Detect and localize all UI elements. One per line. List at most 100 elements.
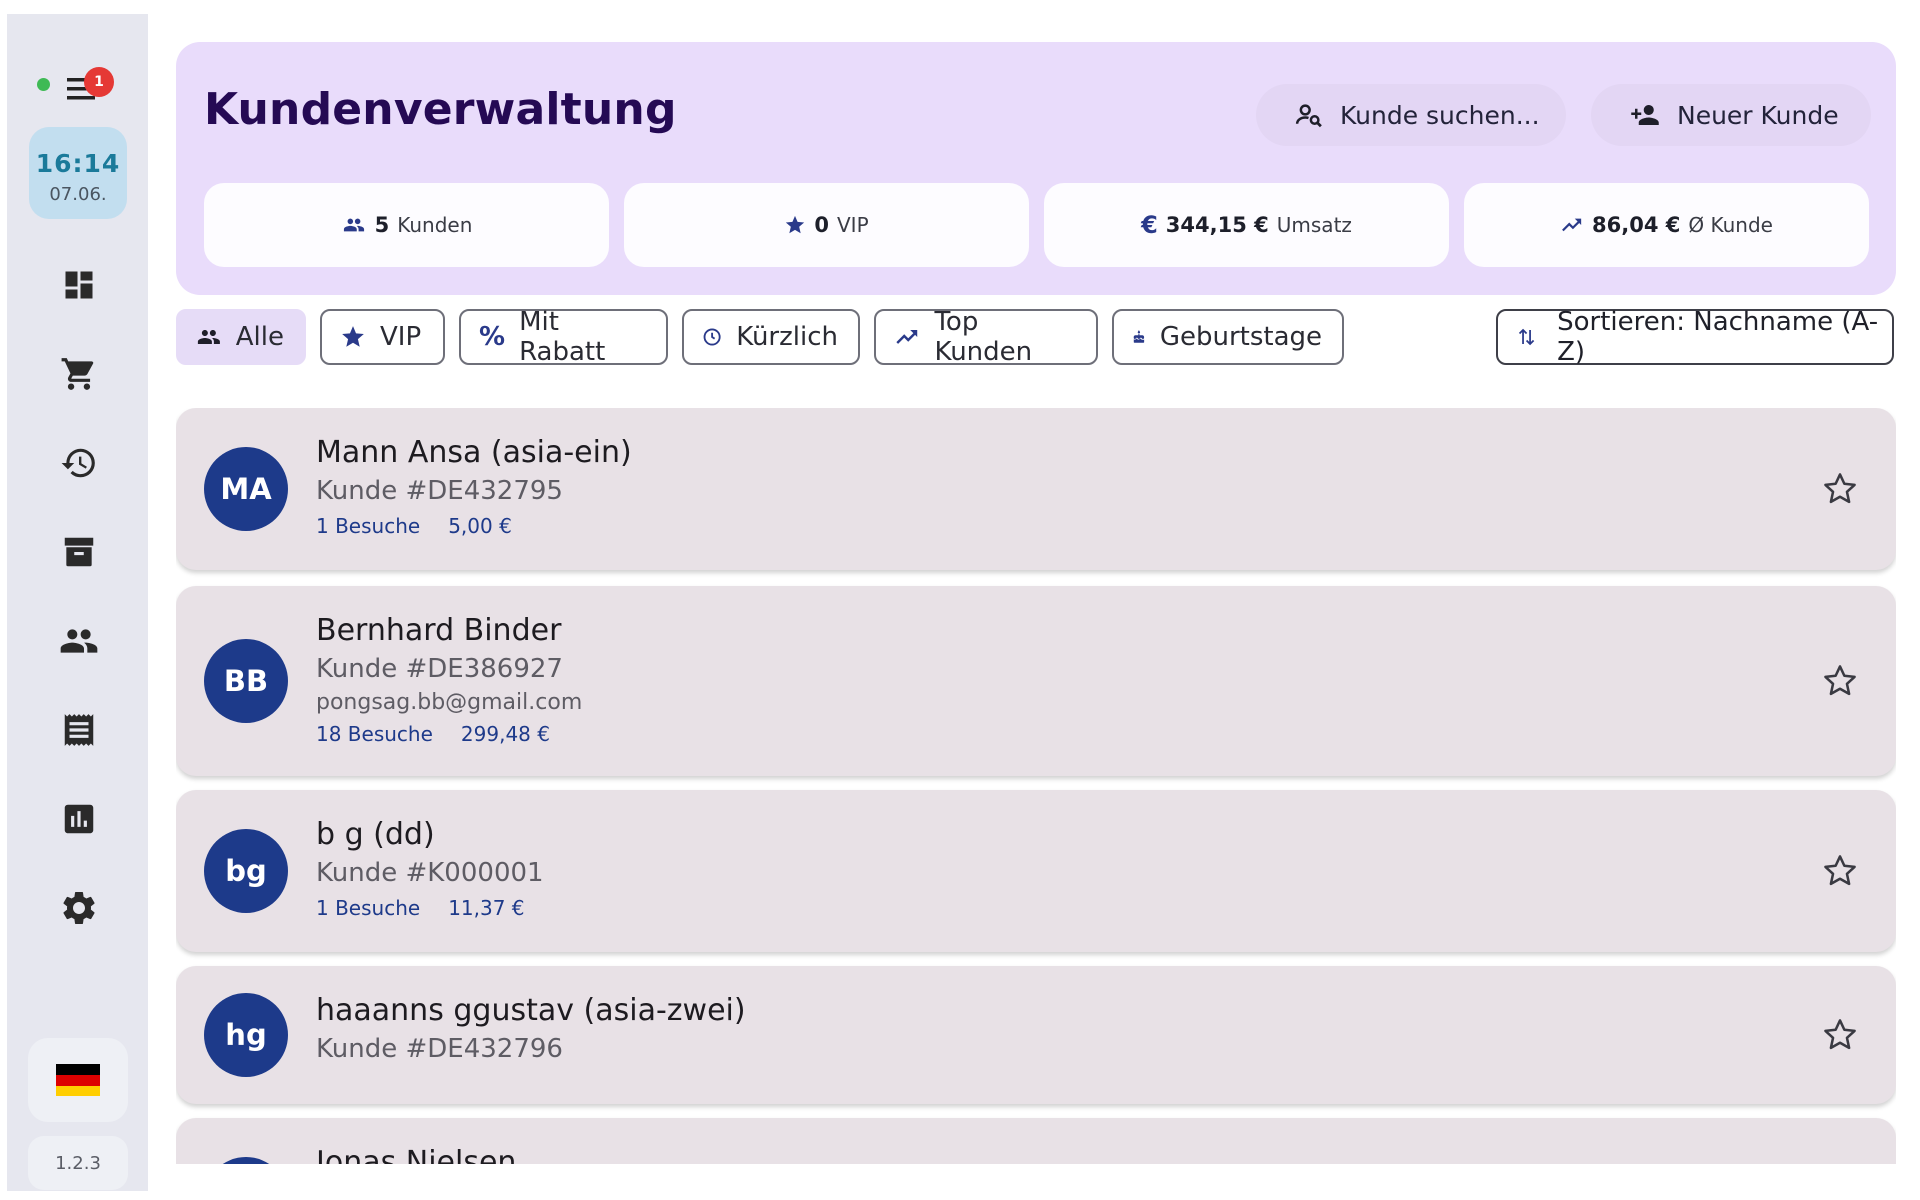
- vip-toggle-button[interactable]: [1812, 1007, 1868, 1063]
- trending-up-icon: [1562, 218, 1582, 232]
- filter-chip-birthdays[interactable]: Geburtstage: [1112, 309, 1344, 365]
- customer-meta: 1 Besuche 5,00 €: [316, 514, 512, 538]
- visit-count: 1 Besuche: [316, 896, 421, 920]
- percent-icon: %: [479, 322, 506, 352]
- euro-icon: €: [1141, 211, 1158, 239]
- stat-revenue-value: 344,15 €: [1165, 213, 1269, 237]
- nav-settings[interactable]: [51, 880, 107, 936]
- revenue-amount: 11,37 €: [448, 896, 525, 920]
- stat-average: 86,04 € Ø Kunde: [1464, 183, 1869, 267]
- avatar: BB: [204, 639, 288, 723]
- customer-search-button[interactable]: Kunde suchen...: [1256, 84, 1566, 146]
- notification-badge: 1: [84, 67, 114, 97]
- star-outline-icon: [1824, 473, 1856, 504]
- stat-vip-value: 0: [814, 213, 829, 237]
- sidebar: 1 16:14 07.06. 1.2.3: [7, 14, 148, 1191]
- clock-date: 07.06.: [49, 184, 107, 205]
- sort-arrows-icon: [1518, 328, 1535, 346]
- clock-time: 16:14: [35, 149, 121, 178]
- app-version: 1.2.3: [28, 1136, 128, 1190]
- nav-customers[interactable]: [51, 613, 107, 669]
- vip-toggle-button[interactable]: [1812, 653, 1868, 709]
- customer-name: Jonas Nielsen: [316, 1145, 517, 1164]
- filter-chip-label: Geburtstage: [1159, 322, 1322, 352]
- filter-chip-label: Kürzlich: [736, 322, 838, 352]
- new-customer-button[interactable]: Neuer Kunde: [1591, 84, 1871, 146]
- customer-row[interactable]: hg haaanns ggustav (asia-zwei) Kunde #DE…: [176, 966, 1896, 1104]
- star-outline-icon: [1824, 1019, 1856, 1050]
- cake-icon: [1133, 330, 1145, 343]
- filter-chip-vip[interactable]: VIP: [320, 309, 445, 365]
- avatar: MA: [204, 447, 288, 531]
- customer-row[interactable]: JN Jonas Nielsen: [176, 1118, 1896, 1164]
- customer-list: MA Mann Ansa (asia-ein) Kunde #DE432795 …: [176, 408, 1896, 1164]
- customer-number: Kunde #K000001: [316, 858, 544, 888]
- sort-label: Sortieren: Nachname (A-Z): [1557, 307, 1879, 367]
- language-button[interactable]: [28, 1038, 128, 1122]
- stat-average-value: 86,04 €: [1592, 213, 1681, 237]
- stat-revenue-label: Umsatz: [1276, 213, 1352, 237]
- visit-count: 1 Besuche: [316, 514, 421, 538]
- vip-toggle-button[interactable]: [1812, 461, 1868, 517]
- customer-row[interactable]: BB Bernhard Binder Kunde #DE386927 pongs…: [176, 586, 1896, 776]
- clock-widget: 16:14 07.06.: [29, 127, 127, 219]
- filter-chip-all[interactable]: Alle: [176, 309, 306, 365]
- stat-vip: 0 VIP: [624, 183, 1029, 267]
- receipt-icon: [64, 714, 94, 746]
- customer-name: Bernhard Binder: [316, 613, 562, 648]
- stat-revenue: € 344,15 € Umsatz: [1044, 183, 1449, 267]
- star-outline-icon: [1824, 665, 1856, 696]
- reports-icon: [64, 804, 94, 834]
- customer-search-label: Kunde suchen...: [1340, 100, 1540, 130]
- star-filled-icon: [342, 326, 364, 347]
- filter-chip-label: Top Kunden: [934, 307, 1033, 367]
- nav-archive[interactable]: [51, 524, 107, 580]
- cart-icon: [61, 358, 94, 390]
- nav-reports[interactable]: [51, 791, 107, 847]
- nav-receipts[interactable]: [51, 702, 107, 758]
- avatar: bg: [204, 829, 288, 913]
- customer-number: Kunde #DE386927: [316, 654, 563, 684]
- avatar: JN: [204, 1157, 288, 1164]
- person-search-icon: [1295, 104, 1322, 128]
- stat-customers-label: Kunden: [397, 213, 473, 237]
- visit-count: 18 Besuche: [316, 722, 433, 746]
- customer-row[interactable]: MA Mann Ansa (asia-ein) Kunde #DE432795 …: [176, 408, 1896, 570]
- trending-up-icon: [896, 330, 918, 344]
- customer-row[interactable]: bg b g (dd) Kunde #K000001 1 Besuche 11,…: [176, 790, 1896, 952]
- online-status-indicator: [37, 78, 50, 91]
- stat-average-label: Ø Kunde: [1688, 213, 1773, 237]
- revenue-amount: 5,00 €: [448, 514, 512, 538]
- clock-icon: [703, 328, 721, 346]
- history-icon: [61, 448, 95, 478]
- star-outline-icon: [1824, 855, 1856, 886]
- star-filled-icon: [786, 215, 805, 234]
- stat-customers-value: 5: [374, 213, 390, 237]
- nav-cart[interactable]: [51, 346, 107, 402]
- customers-icon: [60, 629, 98, 653]
- filter-chip-top-customers[interactable]: Top Kunden: [874, 307, 1098, 367]
- person-add-icon: [1631, 105, 1659, 125]
- filter-chip-label: VIP: [380, 322, 422, 352]
- filter-chip-recent[interactable]: Kürzlich: [682, 309, 860, 365]
- nav-history[interactable]: [51, 435, 107, 491]
- settings-icon: [63, 892, 95, 924]
- sort-button[interactable]: Sortieren: Nachname (A-Z): [1496, 307, 1894, 367]
- vip-toggle-button[interactable]: [1812, 843, 1868, 899]
- nav-dashboard[interactable]: [51, 257, 107, 313]
- customer-name: Mann Ansa (asia-ein): [316, 435, 632, 470]
- filter-chip-discount[interactable]: % Mit Rabatt: [459, 307, 668, 367]
- customer-number: Kunde #DE432796: [316, 1034, 563, 1064]
- people-icon: [343, 218, 364, 232]
- people-icon: [197, 330, 220, 344]
- customer-number: Kunde #DE432795: [316, 476, 563, 506]
- filter-chip-label: Mit Rabatt: [519, 307, 606, 367]
- new-customer-label: Neuer Kunde: [1677, 100, 1839, 130]
- page-title: Kundenverwaltung: [204, 84, 677, 135]
- dashboard-icon: [65, 271, 93, 299]
- german-flag-icon: [56, 1064, 100, 1096]
- archive-icon: [64, 537, 94, 567]
- customer-meta: 1 Besuche 11,37 €: [316, 896, 525, 920]
- customer-name: b g (dd): [316, 817, 435, 852]
- avatar: hg: [204, 993, 288, 1077]
